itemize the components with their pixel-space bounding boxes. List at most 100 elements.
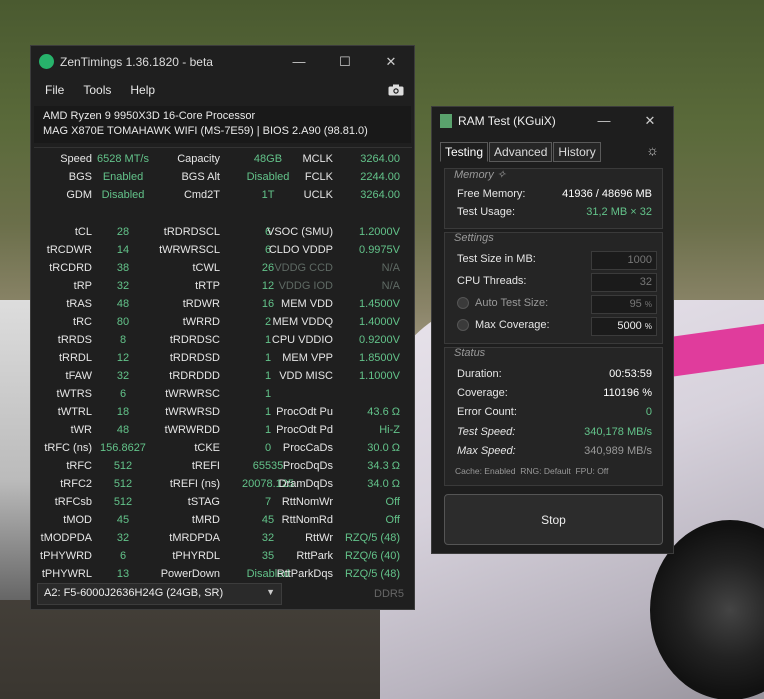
timing-label: tWRRD: [182, 316, 220, 328]
test-speed-value: 340,178 MB/s: [584, 426, 652, 438]
camera-icon[interactable]: [388, 84, 404, 96]
tab-history[interactable]: History: [553, 142, 601, 162]
system-info: AMD Ryzen 9 9950X3D 16-Core Processor MA…: [34, 106, 411, 143]
timing-label: tMRD: [191, 514, 220, 526]
cpu-threads-input[interactable]: 32: [591, 273, 657, 292]
max-coverage-radio[interactable]: [457, 319, 469, 332]
stop-button[interactable]: Stop: [444, 494, 663, 545]
auto-test-size-input[interactable]: 95 %: [591, 295, 657, 314]
timing-value: N/A: [381, 280, 400, 292]
zentimings-titlebar[interactable]: ZenTimings 1.36.1820 - beta — ☐ ✕: [31, 46, 414, 77]
timing-label: VDDG CCD: [274, 262, 333, 274]
coverage-value: 110196 %: [603, 387, 652, 399]
module-select-value: A2: F5-6000J2636H24G (24GB, SR): [44, 587, 224, 599]
timings-row: tWR 48 tWRWRDD 1 ProcOdt Pd Hi-Z: [34, 422, 412, 440]
timing-label: VDD MISC: [279, 370, 333, 382]
timings-row: tRP 32 tRTP 12 VDDG IOD N/A: [34, 278, 412, 296]
timing-label: tMRDPDA: [169, 532, 220, 544]
max-coverage-row: Max Coverage:: [457, 319, 550, 332]
timing-value: 18: [116, 406, 130, 418]
timings-row: BGS Enabled BGS Alt Disabled FCLK 2244.00: [34, 169, 412, 187]
zentimings-footer: A2: F5-6000J2636H24G (24GB, SR) ▼ DDR5: [34, 580, 412, 608]
timing-value: RZQ/6 (40): [344, 550, 400, 562]
timing-label: DramDqDs: [278, 478, 333, 490]
menu-help[interactable]: Help: [130, 83, 155, 97]
timing-label: tRAS: [66, 298, 92, 310]
board-name: MAG X870E TOMAHAWK WIFI (MS-7E59) | BIOS…: [43, 125, 368, 137]
tab-advanced[interactable]: Advanced: [489, 142, 553, 162]
timing-value: 32: [116, 370, 130, 382]
zentimings-window[interactable]: ZenTimings 1.36.1820 - beta — ☐ ✕ File T…: [30, 45, 415, 610]
timing-label: tRRDL: [58, 352, 92, 364]
timing-value: 512: [113, 496, 133, 508]
settings-group: Settings Test Size in MB: 1000 CPU Threa…: [444, 232, 663, 344]
close-button[interactable]: ✕: [627, 113, 673, 129]
timing-label: tRFC: [66, 460, 92, 472]
timing-value: 1.1000V: [359, 370, 400, 382]
ramtest-titlebar[interactable]: RAM Test (KGuiX) — ✕: [432, 107, 673, 135]
timings-grid: Speed 6528 MT/s Capacity 48GB MCLK 3264.00 BGS…: [34, 147, 412, 580]
ramtest-title: RAM Test (KGuiX): [458, 114, 556, 128]
close-button[interactable]: ✕: [368, 54, 414, 70]
timing-label: tRDRDSC: [169, 334, 220, 346]
timings-row: tWTRS 6 tWRWRSC 1: [34, 386, 412, 404]
auto-test-size-radio[interactable]: [457, 297, 469, 310]
timing-label: tRFC (ns): [44, 442, 92, 454]
timing-label: tSTAG: [187, 496, 220, 508]
test-speed-label: Test Speed:: [457, 426, 516, 438]
duration-value: 00:53:59: [609, 368, 652, 380]
timing-label: tRTP: [195, 280, 220, 292]
max-coverage-input[interactable]: 5000 %: [591, 317, 657, 336]
timing-label: RttParkDqs: [276, 568, 333, 580]
ram-icon: [440, 114, 452, 128]
module-select[interactable]: A2: F5-6000J2636H24G (24GB, SR) ▼: [37, 583, 282, 605]
timing-label: tRCDRD: [49, 262, 92, 274]
timings-row: tMODPDA 32 tMRDPDA 32 RttWr RZQ/5 (48): [34, 530, 412, 548]
tab-testing[interactable]: Testing: [440, 142, 489, 162]
memory-type-label: DDR5: [374, 588, 404, 600]
timing-label: RttNomRd: [281, 514, 333, 526]
minimize-button[interactable]: —: [276, 54, 322, 70]
menu-bar: File Tools Help: [31, 77, 414, 103]
coverage-label: Coverage:: [457, 387, 508, 399]
timing-value: 80: [116, 316, 130, 328]
timing-value: 1T: [261, 189, 275, 201]
free-memory-label: Free Memory:: [457, 188, 526, 200]
theme-sun-icon[interactable]: ☼: [646, 142, 659, 158]
timings-row: tWTRL 18 tWRWRSD 1 ProcOdt Pu 43.6 Ω: [34, 404, 412, 422]
timings-row: tRFC 512 tREFI 65535 ProcDqDs 34.3 Ω: [34, 458, 412, 476]
minimize-button[interactable]: —: [581, 113, 627, 129]
memory-group: Memory ✧ Free Memory: 41936 / 48696 MB T…: [444, 168, 663, 229]
percent-sign: %: [644, 300, 652, 309]
timing-label: tCWL: [192, 262, 221, 274]
timing-label: tREFI (ns): [169, 478, 220, 490]
test-usage-value: 31,2 MB × 32: [586, 206, 652, 218]
timing-value: 1.2000V: [359, 226, 400, 238]
timings-row: Speed 6528 MT/s Capacity 48GB MCLK 3264.00: [34, 151, 412, 169]
max-coverage-value: 5000: [617, 320, 642, 332]
timings-row: tRAS 48 tRDWR 16 MEM VDD 1.4500V: [34, 296, 412, 314]
timing-label: tRRDS: [57, 334, 92, 346]
maximize-button[interactable]: ☐: [322, 54, 368, 70]
free-memory-value: 41936 / 48696 MB: [562, 188, 652, 200]
timings-row: tRFC2 512 tREFI (ns) 20078.125 DramDqDs 34.0 …: [34, 476, 412, 494]
timings-row: tMOD 45 tMRD 45 RttNomRd Off: [34, 512, 412, 530]
timing-value: Off: [385, 496, 400, 508]
error-count-value: 0: [645, 406, 652, 418]
ramtest-window[interactable]: RAM Test (KGuiX) — ✕ Testing Advanced Hi…: [431, 106, 674, 554]
timing-label: tRP: [73, 280, 92, 292]
menu-tools[interactable]: Tools: [83, 83, 111, 97]
percent-sign: %: [644, 322, 652, 331]
timings-row: tRRDL 12 tRDRDSD 1 MEM VPP 1.8500V: [34, 350, 412, 368]
timings-row: tCL 28 tRDRDSCL 6 VSOC (SMU) 1.2000V: [34, 224, 412, 242]
timing-value: 35: [261, 550, 275, 562]
timing-label: FCLK: [304, 171, 333, 183]
menu-file[interactable]: File: [45, 83, 64, 97]
timing-label: tWTRS: [56, 388, 92, 400]
timing-value: 32: [261, 532, 275, 544]
status-group-title: Status: [454, 347, 486, 359]
timing-label: tWRWRDD: [164, 424, 220, 436]
test-size-input[interactable]: 1000: [591, 251, 657, 270]
timing-label: UCLK: [303, 189, 333, 201]
memory-group-title: Memory ✧: [454, 169, 506, 181]
